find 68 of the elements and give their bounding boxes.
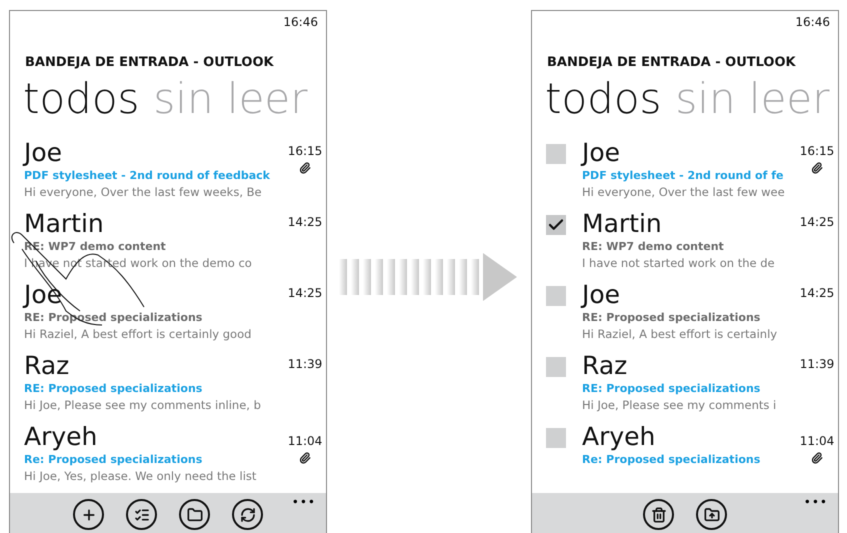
email-subject: RE: Proposed specializations bbox=[582, 310, 760, 326]
email-preview: Hi Joe, Yes, please. We only need the list bbox=[24, 468, 256, 484]
email-subject: RE: Proposed specializations bbox=[582, 381, 760, 397]
folder-upload-button[interactable] bbox=[696, 499, 727, 530]
email-preview: Hi Raziel, A best effort is certainly good bbox=[24, 326, 252, 342]
sender-name: Raz bbox=[582, 351, 628, 381]
email-preview: Hi Joe, Please see my comments i bbox=[582, 397, 776, 413]
checkbox[interactable] bbox=[546, 286, 566, 306]
folder-button[interactable] bbox=[179, 499, 210, 530]
sender-name: Joe bbox=[582, 280, 622, 310]
email-subject: PDF stylesheet - 2nd round of fe bbox=[582, 168, 784, 184]
email-time: 14:25 bbox=[800, 286, 834, 300]
more-menu[interactable]: ••• bbox=[292, 495, 316, 509]
checkbox[interactable] bbox=[546, 144, 566, 164]
add-button[interactable] bbox=[73, 499, 104, 530]
sender-name: Martin bbox=[582, 209, 663, 239]
message-row[interactable]: Raz RE: Proposed specializations Hi Joe, Please see my comments inline, b 11:39 bbox=[10, 351, 326, 422]
sync-button[interactable] bbox=[232, 499, 263, 530]
checklist-button[interactable] bbox=[126, 499, 157, 530]
email-subject: RE: Proposed specializations bbox=[24, 381, 202, 397]
sync-icon bbox=[240, 506, 256, 522]
email-preview: Hi Joe, Please see my comments inline, b bbox=[24, 397, 261, 413]
checkbox[interactable] bbox=[546, 428, 566, 448]
email-preview: Hi everyone, Over the last few wee bbox=[582, 184, 785, 200]
email-subject: Re: Proposed specializations bbox=[24, 452, 202, 468]
sender-name: Joe bbox=[582, 138, 622, 168]
email-time: 11:04 bbox=[288, 434, 322, 448]
email-preview: Hi everyone, Over the last few weeks, Be bbox=[24, 184, 262, 200]
email-subject: RE: WP7 demo content bbox=[582, 239, 724, 255]
email-time: 14:25 bbox=[288, 286, 322, 300]
email-time: 16:15 bbox=[800, 144, 834, 158]
message-row[interactable]: Joe PDF stylesheet - 2nd round of fe Hi everyone, Over the last few wee 16:15 bbox=[532, 138, 838, 209]
sender-name: Aryeh bbox=[24, 422, 98, 452]
email-subject: Re: Proposed specializations bbox=[582, 452, 760, 468]
checkbox[interactable] bbox=[546, 215, 566, 235]
message-row[interactable]: Martin RE: WP7 demo content I have not started work on the de 14:25 bbox=[532, 209, 838, 280]
email-time: 11:39 bbox=[288, 357, 322, 371]
email-subject: PDF stylesheet - 2nd round of feedback bbox=[24, 168, 270, 184]
folder-icon bbox=[186, 506, 202, 522]
account-title: BANDEJA DE ENTRADA - OUTLOOK bbox=[25, 55, 275, 70]
pivot-tab[interactable]: todos bbox=[23, 74, 140, 124]
message-row[interactable]: Joe RE: Proposed specializations Hi Raziel, A best effort is certainly 14:25 bbox=[532, 280, 838, 351]
email-time: 16:15 bbox=[288, 144, 322, 158]
email-time: 14:25 bbox=[800, 215, 834, 229]
sender-name: Raz bbox=[24, 351, 70, 381]
more-menu[interactable]: ••• bbox=[804, 495, 828, 509]
message-row[interactable]: Joe PDF stylesheet - 2nd round of feedback Hi everyone, Over the last few weeks, Be 16:15 bbox=[10, 138, 326, 209]
status-time: 16:46 bbox=[283, 15, 318, 31]
email-preview: I have not started work on the de bbox=[582, 255, 775, 271]
account-title: BANDEJA DE ENTRADA - OUTLOOK bbox=[547, 55, 797, 70]
sender-name: Joe bbox=[24, 138, 64, 168]
pivot-tab[interactable]: todos bbox=[545, 74, 662, 124]
email-time: 14:25 bbox=[288, 215, 322, 229]
sender-name: Martin bbox=[24, 209, 105, 239]
message-row[interactable]: Aryeh Re: Proposed specializations Hi Joe, Yes, please. We only need the list 11:04 bbox=[10, 422, 326, 493]
email-time: 11:04 bbox=[800, 434, 834, 448]
email-preview: Hi Raziel, A best effort is certainly bbox=[582, 326, 778, 342]
checklist-icon bbox=[134, 506, 150, 522]
add-icon bbox=[80, 506, 96, 522]
message-row[interactable]: Raz RE: Proposed specializations Hi Joe, Please see my comments i 11:39 bbox=[532, 351, 838, 422]
email-time: 11:39 bbox=[800, 357, 834, 371]
sender-name: Aryeh bbox=[582, 422, 656, 452]
trash-icon bbox=[650, 506, 666, 522]
message-row[interactable]: Aryeh Re: Proposed specializations 11:04 bbox=[532, 422, 838, 493]
checkbox[interactable] bbox=[546, 357, 566, 377]
trash-button[interactable] bbox=[643, 499, 674, 530]
folder-upload-icon bbox=[704, 506, 720, 522]
status-time: 16:46 bbox=[795, 15, 830, 31]
